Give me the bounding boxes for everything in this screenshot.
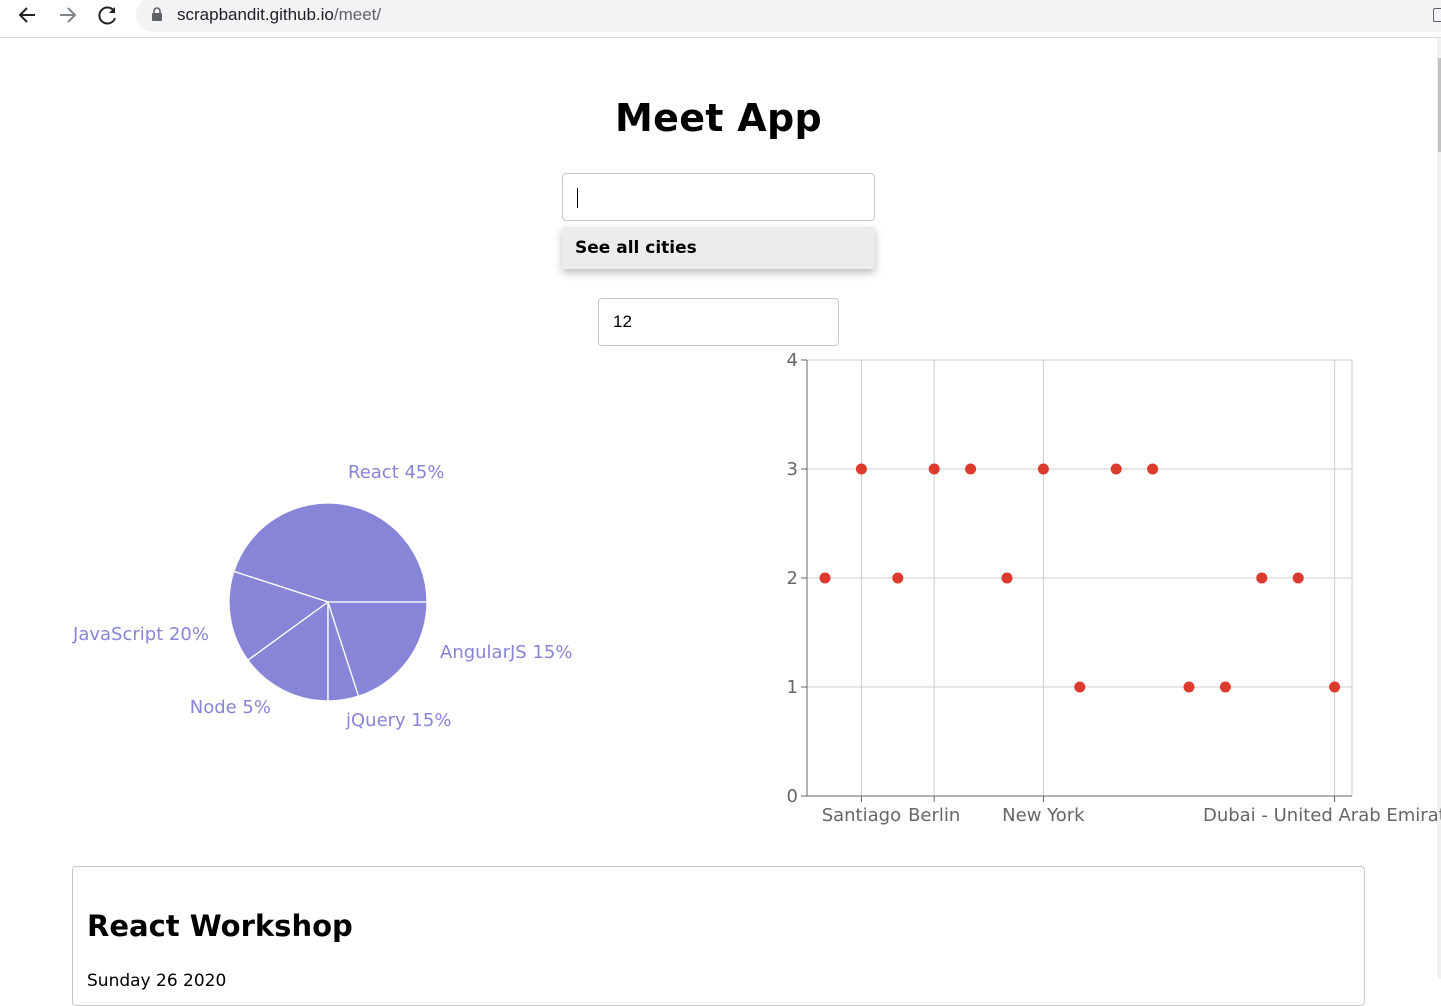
x-tick-label: Santiago xyxy=(822,805,901,826)
scatter-point[interactable] xyxy=(1292,572,1304,584)
city-search-input[interactable] xyxy=(562,173,875,221)
y-tick-label: 3 xyxy=(787,459,798,480)
scatter-point[interactable] xyxy=(855,463,867,475)
forward-icon[interactable] xyxy=(52,2,82,30)
scatter-point[interactable] xyxy=(1256,572,1268,584)
x-tick-label: Dubai - United Arab Emirates xyxy=(1203,805,1441,826)
pie-label-angularjs: AngularJS 15% xyxy=(440,642,572,663)
pie-label-javascript: JavaScript 20% xyxy=(72,624,209,645)
pie-label-jquery: jQuery 15% xyxy=(345,710,451,731)
pie-label-react: React 45% xyxy=(348,462,445,483)
back-icon[interactable] xyxy=(13,2,43,30)
pie-chart-svg: React 45% AngularJS 15% jQuery 15% Node 5% J… xyxy=(72,462,572,731)
scatter-point[interactable] xyxy=(892,572,904,584)
reload-icon[interactable] xyxy=(93,2,123,30)
y-tick-label: 2 xyxy=(787,568,798,589)
text-caret xyxy=(577,188,578,208)
scatter-point[interactable] xyxy=(1037,463,1049,475)
url-text[interactable]: scrapbandit.github.io/meet/ xyxy=(177,5,381,25)
url-path: /meet/ xyxy=(333,5,382,24)
x-tick-label: New York xyxy=(1002,805,1085,826)
scatter-chart-svg: 0 1 2 3 4 Santiago Berlin New York Dubai - Unite… xyxy=(787,350,1441,826)
scatter-chart: 0 1 2 3 4 Santiago Berlin New York Dubai - Unite… xyxy=(720,345,1441,835)
suggestion-see-all-cities[interactable]: See all cities xyxy=(575,238,697,258)
scatter-point[interactable] xyxy=(1219,681,1231,693)
browser-toolbar: scrapbandit.github.io/meet/ xyxy=(0,0,1441,38)
x-tick-label: Berlin xyxy=(908,805,960,826)
scatter-point[interactable] xyxy=(1110,463,1122,475)
scatter-point[interactable] xyxy=(1001,572,1013,584)
scatter-point[interactable] xyxy=(1147,463,1159,475)
y-tick-label: 0 xyxy=(787,786,798,807)
pie-chart: React 45% AngularJS 15% jQuery 15% Node 5% J… xyxy=(0,360,720,830)
lock-icon xyxy=(152,7,162,21)
pie-label-node: Node 5% xyxy=(190,697,271,718)
y-tick-label: 1 xyxy=(787,677,798,698)
scatter-point[interactable] xyxy=(1329,681,1341,693)
extension-icon[interactable] xyxy=(1433,8,1441,22)
scatter-point[interactable] xyxy=(928,463,940,475)
scatter-point[interactable] xyxy=(1074,681,1086,693)
page-title: Meet App xyxy=(615,96,822,140)
url-host: scrapbandit.github.io xyxy=(177,5,334,24)
y-tick-label: 4 xyxy=(787,350,798,371)
event-card: React Workshop Sunday 26 2020 xyxy=(72,866,1365,1006)
scatter-point[interactable] xyxy=(819,572,831,584)
suggestions-list: See all cities xyxy=(562,227,875,269)
event-date: Sunday 26 2020 xyxy=(87,971,227,991)
scatter-point[interactable] xyxy=(1183,681,1195,693)
number-of-events-input[interactable]: 12 xyxy=(598,298,839,346)
scatter-point[interactable] xyxy=(965,463,977,475)
event-title: React Workshop xyxy=(87,909,353,943)
